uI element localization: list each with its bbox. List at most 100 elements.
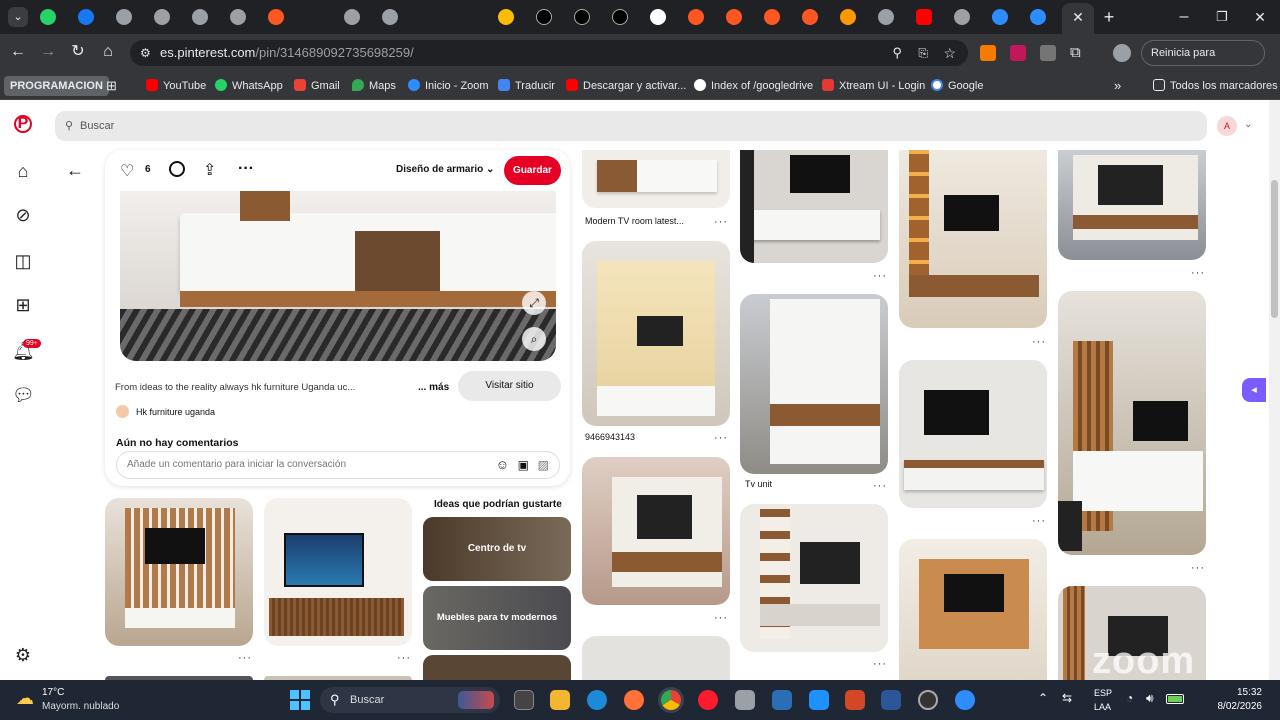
bookmark-youtube[interactable]: YouTube [146, 78, 206, 94]
active-tab-close-icon[interactable]: ✕ [1062, 3, 1094, 34]
pin-options-dots-icon[interactable]: ··· [1032, 336, 1046, 348]
image-upload-icon[interactable]: ▨ [538, 452, 549, 478]
board-selector[interactable]: Diseño de armario ⌄ [396, 164, 494, 175]
bookmark-traducir[interactable]: Traducir [498, 78, 555, 94]
weather-temp[interactable]: 17°C [42, 687, 64, 698]
taskbar-search[interactable]: ⚲ Buscar [320, 687, 500, 713]
firefox-icon[interactable] [624, 690, 644, 710]
bookmarks-overflow-icon[interactable]: » [1114, 78, 1121, 94]
reload-icon[interactable]: ↻ [68, 42, 88, 62]
tab-icon-20[interactable] [876, 7, 896, 27]
back-icon[interactable]: ← [8, 42, 28, 62]
extension-2-icon[interactable] [1010, 45, 1026, 61]
minimize-icon[interactable]: – [1174, 7, 1194, 27]
grid-pin-6[interactable] [740, 294, 888, 474]
tab-icon-19[interactable] [838, 7, 858, 27]
pin-options-dots-icon[interactable]: ··· [873, 658, 887, 670]
bookmark-folder-programacion[interactable]: PROGRAMACION [4, 76, 109, 96]
tab-icon-4[interactable] [152, 7, 172, 27]
author-avatar[interactable] [116, 405, 129, 418]
comment-icon[interactable] [169, 161, 185, 177]
apps-grid-icon[interactable]: ⊞ [106, 78, 117, 94]
input-language-1[interactable]: ESP [1094, 688, 1112, 698]
bookmark-gmail[interactable]: Gmail [294, 78, 340, 94]
bookmark-maps[interactable]: Maps [352, 78, 396, 94]
pin-options-dots-icon[interactable]: ··· [1191, 562, 1205, 574]
grid-pin-7[interactable] [740, 504, 888, 652]
file-explorer-icon[interactable] [550, 690, 570, 710]
maximize-icon[interactable]: ❐ [1212, 7, 1232, 27]
sticker-icon[interactable]: ▣ [518, 452, 529, 478]
grid-pin-3[interactable] [582, 457, 730, 605]
pin-options-dots-icon[interactable]: ··· [873, 270, 887, 282]
bookmark-xtream[interactable]: Xtream UI - Login [822, 78, 925, 94]
close-window-icon[interactable]: ✕ [1250, 7, 1270, 27]
tray-network-adapter-icon[interactable]: ⇆ [1062, 691, 1072, 705]
address-bar[interactable]: ⚙ es.pinterest.com/pin/31468909273569825… [130, 40, 968, 66]
tab-icon-12[interactable] [572, 7, 592, 27]
pin-options-dots-icon[interactable]: ··· [238, 652, 252, 664]
cast-icon[interactable]: ⎘ [918, 40, 928, 66]
volume-icon[interactable]: 🔊︎ [1146, 691, 1154, 706]
grid-pin-2[interactable] [582, 241, 730, 426]
media-player-icon[interactable] [918, 690, 938, 710]
idea-3[interactable] [423, 655, 571, 680]
calculator-icon[interactable] [735, 690, 755, 710]
bookmark-whatsapp[interactable]: WhatsApp [215, 78, 283, 94]
home-icon[interactable]: ⌂ [98, 42, 118, 62]
tab-icon-1[interactable] [38, 7, 58, 27]
pin-options-dots-icon[interactable]: ··· [873, 480, 887, 492]
tab-icon-23[interactable] [990, 7, 1010, 27]
pin-options-dots-icon[interactable]: ··· [714, 432, 728, 444]
notepad-icon[interactable] [809, 690, 829, 710]
update-button[interactable]: Reinicia para actualizar⋮ [1141, 40, 1265, 83]
account-chevron-down-icon[interactable]: ⌄ [1244, 119, 1252, 130]
idea-centro-de-tv[interactable]: Centro de tv [423, 517, 571, 581]
bookmark-descargar[interactable]: Descargar y activar... [566, 78, 686, 94]
tab-icon-9[interactable] [380, 7, 400, 27]
tab-icon-5[interactable] [190, 7, 210, 27]
extensions-puzzle-icon[interactable]: ⧉ [1070, 44, 1081, 61]
pinterest-logo-icon[interactable]: P [14, 115, 32, 133]
bookmark-index-googledrive[interactable]: Index of /googledrive [694, 78, 813, 94]
more-link[interactable]: ... más [418, 382, 449, 393]
word-icon[interactable] [881, 690, 901, 710]
visual-search-icon[interactable]: ⌕ [522, 327, 546, 351]
user-avatar[interactable]: A [1217, 116, 1237, 136]
pin-main-image[interactable] [120, 191, 556, 361]
idea-muebles-para-tv[interactable]: Muebles para tv modernos [423, 586, 571, 650]
tab-icon-18[interactable] [800, 7, 820, 27]
visit-site-button[interactable]: Visitar sitio [458, 371, 561, 401]
tab-icon-21[interactable] [914, 7, 934, 27]
extension-3-icon[interactable] [1040, 45, 1056, 61]
pin-options-dots-icon[interactable]: ··· [1032, 515, 1046, 527]
app-3d-icon[interactable] [772, 690, 792, 710]
pin-options-dots-icon[interactable]: ··· [1191, 267, 1205, 279]
boards-icon[interactable]: ◫ [12, 250, 34, 272]
tab-icon-2[interactable] [76, 7, 96, 27]
bookmark-zoom[interactable]: Inicio - Zoom [408, 78, 489, 94]
new-tab-icon[interactable]: + [1099, 7, 1119, 27]
tab-icon-7[interactable] [266, 7, 286, 27]
comment-input[interactable]: Añade un comentario para iniciar la conv… [116, 451, 560, 479]
tab-icon-24[interactable] [1028, 7, 1048, 27]
grid-pin-11[interactable] [1058, 150, 1206, 260]
pin-caption[interactable]: 9466943143 [585, 432, 635, 442]
more-options-icon[interactable]: ··· [238, 160, 254, 178]
tab-icon-15[interactable] [686, 7, 706, 27]
forward-icon[interactable]: → [38, 42, 58, 62]
tab-icon-16[interactable] [724, 7, 744, 27]
weather-icon[interactable]: ☁ [16, 688, 38, 710]
wifi-icon[interactable]: ◔ [1126, 691, 1133, 705]
pin-caption[interactable]: Tv unit [745, 479, 772, 489]
bookmark-google[interactable]: Google [931, 78, 983, 94]
grid-pin-1[interactable] [582, 150, 730, 208]
windows-start-icon[interactable] [290, 690, 310, 710]
tab-icon-6[interactable] [228, 7, 248, 27]
share-icon[interactable]: ⇪ [203, 160, 216, 180]
page-scrollbar[interactable] [1269, 100, 1280, 680]
explore-icon[interactable]: ⊘ [12, 204, 34, 226]
home-icon[interactable]: ⌂ [12, 160, 34, 182]
author-name[interactable]: Hk furniture uganda [136, 407, 215, 417]
edge-icon[interactable] [587, 690, 607, 710]
